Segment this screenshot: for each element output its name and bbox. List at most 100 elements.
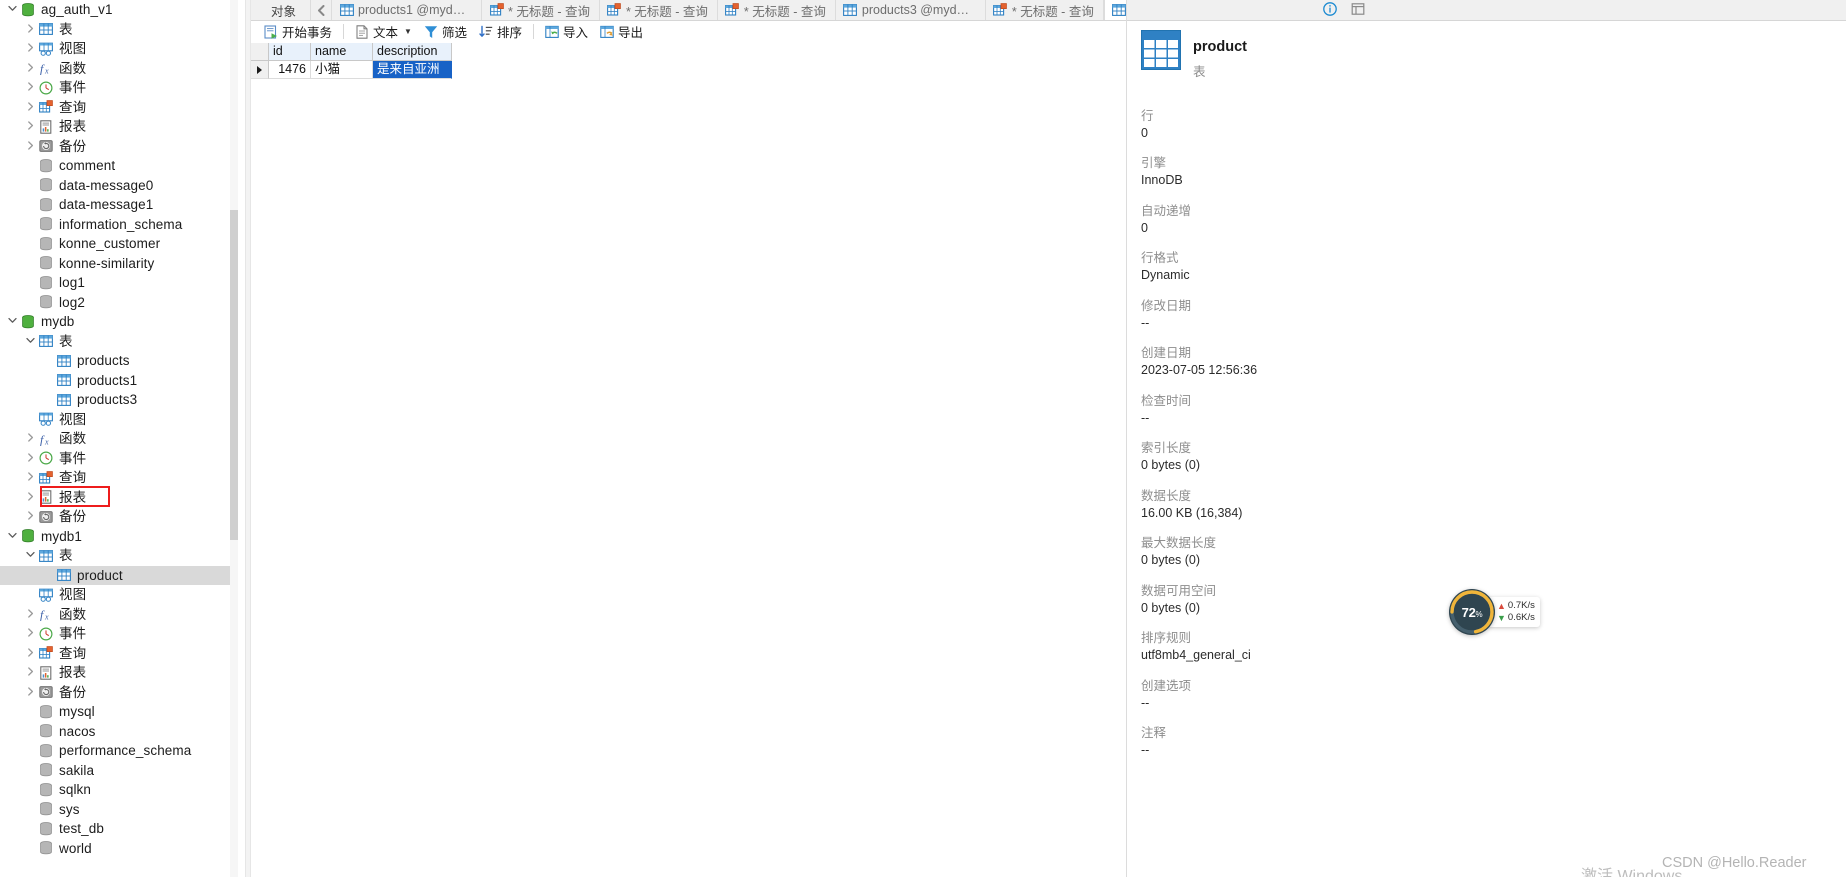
toolbar-button-sort[interactable]: 排序	[473, 21, 528, 42]
tree-item-mydb[interactable]: mydb	[0, 312, 238, 332]
tree-item-nacos[interactable]: nacos	[0, 722, 238, 742]
grid-cell-name[interactable]: 小猫	[311, 61, 373, 79]
grid-cell-description[interactable]: 是来自亚洲	[373, 61, 452, 79]
tree-item-ag_auth_v1[interactable]: ag_auth_v1	[0, 0, 238, 20]
tree-item-查询[interactable]: 查询	[0, 468, 238, 488]
editor-tab[interactable]: * 无标题 - 查询	[985, 0, 1104, 20]
editor-tab[interactable]: * 无标题 - 查询	[717, 0, 836, 20]
grid-row[interactable]: 1476 小猫 是来自亚洲	[251, 61, 1126, 79]
grid-column-header[interactable]: name	[311, 43, 373, 61]
tree-item-表[interactable]: 表	[0, 546, 238, 566]
chevron-right-icon[interactable]	[24, 507, 37, 526]
row-indicator[interactable]	[251, 61, 269, 79]
sidebar-scrollbar-thumb[interactable]	[230, 210, 238, 540]
chevron-right-icon[interactable]	[24, 449, 37, 468]
tree-item-函数[interactable]: f x 函数	[0, 429, 238, 449]
editor-tab[interactable]: * 无标题 - 查询	[482, 0, 600, 20]
tree-item-product[interactable]: product	[0, 565, 238, 585]
chevron-down-icon[interactable]	[24, 546, 37, 565]
tree-item-world[interactable]: world	[0, 839, 238, 859]
chevron-right-icon[interactable]	[24, 429, 37, 448]
chevron-right-icon[interactable]	[24, 683, 37, 702]
tree-item-data-message1[interactable]: data-message1	[0, 195, 238, 215]
tree-item-test_db[interactable]: test_db	[0, 819, 238, 839]
object-pane-button[interactable]: 对象	[251, 0, 311, 20]
tree-scroll-area[interactable]: ag_auth_v1 表视图 f x 函数 事件 查询 报表 备份 comment data-mes…	[0, 0, 238, 877]
chevron-down-icon[interactable]: ▼	[404, 27, 412, 36]
chevron-right-icon[interactable]	[24, 644, 37, 663]
tree-item-报表[interactable]: 报表	[0, 117, 238, 137]
chevron-right-icon[interactable]	[24, 137, 37, 156]
data-grid[interactable]: id name description 1476 小猫 是来自亚洲	[251, 43, 1126, 877]
tree-item-data-message0[interactable]: data-message0	[0, 176, 238, 196]
chevron-down-icon[interactable]	[6, 527, 19, 546]
tree-item-视图[interactable]: 视图	[0, 410, 238, 430]
tab-prev-button[interactable]	[310, 0, 333, 20]
chevron-down-icon[interactable]	[6, 312, 19, 331]
chevron-right-icon[interactable]	[24, 78, 37, 97]
tree-item-备份[interactable]: 备份	[0, 137, 238, 157]
grid-toolbar[interactable]: 开始事务 文本 ▼ 筛选 排序 导入 导出	[251, 21, 1126, 43]
tree-item-表[interactable]: 表	[0, 20, 238, 40]
chevron-right-icon[interactable]	[24, 468, 37, 487]
chevron-right-icon[interactable]	[24, 20, 37, 39]
chevron-right-icon[interactable]	[24, 624, 37, 643]
chevron-down-icon[interactable]	[6, 0, 19, 19]
tree-item-information_schema[interactable]: information_schema	[0, 215, 238, 235]
tree-item-konne_customer[interactable]: konne_customer	[0, 234, 238, 254]
toolbar-button-filter[interactable]: 筛选	[418, 21, 473, 42]
toolbar-button-text[interactable]: 文本 ▼	[349, 21, 418, 42]
grid-body[interactable]: 1476 小猫 是来自亚洲	[251, 61, 1126, 79]
sidebar-scrollbar[interactable]	[230, 0, 238, 877]
chevron-right-icon[interactable]	[24, 98, 37, 117]
tree-item-视图[interactable]: 视图	[0, 585, 238, 605]
grid-column-header[interactable]: id	[269, 43, 311, 61]
tree-item-事件[interactable]: 事件	[0, 449, 238, 469]
chevron-right-icon[interactable]	[24, 39, 37, 58]
cpu-usage-gauge[interactable]: 72%	[1449, 589, 1495, 635]
tree-item-报表[interactable]: 报表	[0, 488, 238, 508]
tree-item-sys[interactable]: sys	[0, 800, 238, 820]
tree-item-mydb1[interactable]: mydb1	[0, 527, 238, 547]
ddl-preview-icon[interactable]	[1351, 2, 1365, 19]
editor-tab[interactable]: products3 @mydb ...	[835, 0, 986, 20]
tree-item-视图[interactable]: 视图	[0, 39, 238, 59]
chevron-right-icon[interactable]	[24, 59, 37, 78]
grid-cell-id[interactable]: 1476	[269, 61, 311, 79]
tree-item-konne-similarity[interactable]: konne-similarity	[0, 254, 238, 274]
tree-item-log2[interactable]: log2	[0, 293, 238, 313]
tree-item-mysql[interactable]: mysql	[0, 702, 238, 722]
tree-item-查询[interactable]: 查询	[0, 644, 238, 664]
database-tree-sidebar[interactable]: ag_auth_v1 表视图 f x 函数 事件 查询 报表 备份 comment data-mes…	[0, 0, 238, 877]
tree-item-sqlkn[interactable]: sqlkn	[0, 780, 238, 800]
tree-item-表[interactable]: 表	[0, 332, 238, 352]
chevron-right-icon[interactable]	[24, 663, 37, 682]
tab-list[interactable]: products1 @mydb ... * 无标题 - 查询 * 无标题 - 查询 *…	[332, 0, 1254, 20]
toolbar-button-import[interactable]: 导入	[539, 21, 594, 42]
network-speed-widget[interactable]: 72% ▲ 0.7K/s ▼ 0.6K/s	[1449, 589, 1561, 635]
tree-item-products1[interactable]: products1	[0, 371, 238, 391]
tree-item-备份[interactable]: 备份	[0, 683, 238, 703]
tree-item-查询[interactable]: 查询	[0, 98, 238, 118]
chevron-right-icon[interactable]	[24, 117, 37, 136]
chevron-down-icon[interactable]	[24, 332, 37, 351]
tree-item-函数[interactable]: f x 函数	[0, 605, 238, 625]
editor-tab[interactable]: * 无标题 - 查询	[599, 0, 718, 20]
chevron-right-icon[interactable]	[24, 488, 37, 507]
tree-item-报表[interactable]: 报表	[0, 663, 238, 683]
tree-item-comment[interactable]: comment	[0, 156, 238, 176]
info-panel-toolbar[interactable]	[1127, 0, 1846, 21]
grid-column-header[interactable]: description	[373, 43, 452, 61]
tree-item-log1[interactable]: log1	[0, 273, 238, 293]
info-icon[interactable]	[1323, 1, 1337, 19]
chevron-right-icon[interactable]	[24, 605, 37, 624]
editor-tab[interactable]: products1 @mydb ...	[332, 0, 483, 20]
tree-item-事件[interactable]: 事件	[0, 624, 238, 644]
tree-item-performance_schema[interactable]: performance_schema	[0, 741, 238, 761]
toolbar-button-transaction[interactable]: 开始事务	[258, 21, 338, 42]
tree-item-函数[interactable]: f x 函数	[0, 59, 238, 79]
toolbar-button-export[interactable]: 导出	[594, 21, 649, 42]
tree-item-备份[interactable]: 备份	[0, 507, 238, 527]
tree-item-事件[interactable]: 事件	[0, 78, 238, 98]
tree-item-products3[interactable]: products3	[0, 390, 238, 410]
